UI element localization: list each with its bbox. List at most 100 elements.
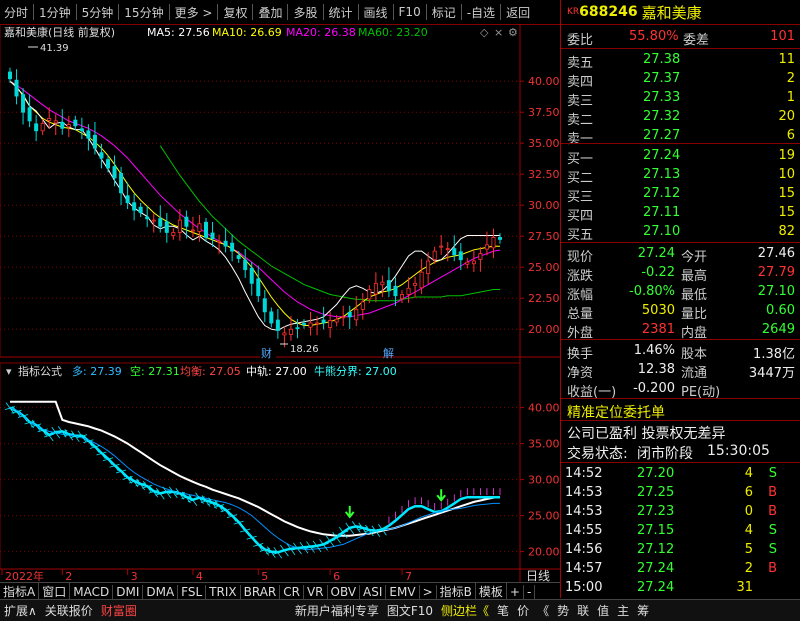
tab-fsl[interactable]: FSL — [178, 584, 207, 599]
tab-1min[interactable]: 1分钟 — [35, 4, 75, 21]
notice-line: 公司已盈利 投票权无差异 — [567, 426, 726, 442]
side-tab-lian[interactable]: 联 — [573, 602, 593, 619]
candle-body — [53, 120, 58, 124]
back-button[interactable]: 返回 — [502, 4, 534, 21]
weibi-value: 55.80% — [629, 29, 679, 44]
tab-obv[interactable]: OBV — [328, 584, 361, 599]
side-tab-chou[interactable]: 筹 — [633, 602, 653, 619]
side-tab-zhi[interactable]: 值 — [593, 602, 613, 619]
add-window-button[interactable]: + — [507, 584, 524, 599]
tick-time: 14:56 — [565, 542, 603, 557]
indicator-collapse-icon[interactable]: ▾ — [6, 365, 12, 378]
jie-marker[interactable]: 解 — [383, 346, 394, 360]
toolbar-divider — [500, 4, 502, 20]
tab-more[interactable]: 更多 > — [171, 4, 217, 21]
bid-row[interactable]: 买四 27.11 15 — [561, 203, 800, 224]
stat-value: 27.46 — [757, 246, 795, 261]
multi-stock-button[interactable]: 多股 — [289, 4, 321, 21]
candle-body — [341, 316, 346, 319]
stat-row: 现价 27.24 今开 27.46 — [561, 244, 800, 265]
y-tick-label: 32.50 — [528, 168, 560, 181]
side-tab-zhu[interactable]: 主 — [613, 602, 633, 619]
bid-row[interactable]: 买三 27.12 15 — [561, 184, 800, 205]
wealth-circle-tab[interactable]: 财富圈 — [97, 602, 141, 619]
candle-body — [230, 242, 235, 252]
related-quotes-tab[interactable]: 关联报价 — [41, 602, 97, 619]
ma20-line — [9, 80, 501, 318]
new-user-promo-link[interactable]: 新用户福利专享 — [291, 602, 383, 619]
ask-row[interactable]: 卖二 27.32 20 — [561, 107, 800, 128]
tick-volume: 0 — [744, 504, 753, 519]
tab-indicator-a[interactable]: 指标A — [0, 583, 40, 600]
legend-close-icon[interactable]: × — [494, 26, 503, 39]
stats-button[interactable]: 统计 — [325, 4, 357, 21]
ask-row[interactable]: 卖三 27.33 1 — [561, 88, 800, 109]
candle-body — [177, 219, 182, 233]
tab-cr[interactable]: CR — [280, 584, 304, 599]
side-tab-shi[interactable]: 势 — [553, 602, 573, 619]
remove-window-button[interactable]: - — [524, 584, 536, 599]
candle-body — [288, 328, 293, 335]
x-tick-label: 4 — [196, 570, 203, 582]
tick-volume: 31 — [736, 580, 753, 595]
tab-macd[interactable]: MACD — [70, 584, 114, 599]
indicator-name[interactable]: 指标公式 — [18, 364, 62, 378]
bid-row[interactable]: 买一 27.24 19 — [561, 146, 800, 167]
draw-line-button[interactable]: 画线 — [360, 4, 392, 21]
tab-vr[interactable]: VR — [304, 584, 328, 599]
tabs-more-button[interactable]: > — [420, 584, 437, 599]
y-tick-label: 27.50 — [528, 230, 560, 243]
side-tab-bi[interactable]: 笔 — [493, 602, 513, 619]
ask-row[interactable]: 卖五 27.38 11 — [561, 50, 800, 71]
tab-dmi[interactable]: DMI — [113, 584, 144, 599]
side-tab-collapse[interactable]: 《 — [533, 602, 553, 619]
legend-diamond-icon[interactable]: ◇ — [480, 26, 489, 39]
ask-row[interactable]: 卖四 27.37 2 — [561, 69, 800, 90]
tick-time: 14:55 — [565, 523, 603, 538]
tab-fenshi[interactable]: 分时 — [0, 4, 32, 21]
candle-body — [197, 223, 202, 232]
kline-chart-area[interactable]: 40.00 37.50 35.00 32.50 30.00 27.50 25.00 22.50… — [0, 24, 560, 596]
tab-trix[interactable]: TRIX — [206, 584, 241, 599]
notice-line-row: 公司已盈利 投票权无差异 — [561, 421, 800, 442]
expand-button[interactable]: 扩展∧ — [0, 602, 41, 619]
fuquan-button[interactable]: 复权 — [219, 4, 251, 21]
tab-window[interactable]: 窗口 — [39, 583, 71, 600]
mark-button[interactable]: 标记 — [428, 4, 460, 21]
candle-body — [334, 318, 339, 323]
ask-price: 27.33 — [643, 90, 681, 105]
tab-dma[interactable]: DMA — [143, 584, 179, 599]
cai-marker[interactable]: 财 — [261, 346, 272, 360]
bid-volume: 82 — [778, 224, 795, 239]
side-tab-jia[interactable]: 价 — [513, 602, 533, 619]
legend-settings-icon[interactable]: ⚙ — [508, 26, 518, 39]
f10-doc-link[interactable]: 图文F10 — [383, 602, 437, 619]
bid-row[interactable]: 买五 27.10 82 — [561, 222, 800, 243]
bid-label: 买五 — [567, 228, 594, 243]
candle-body — [86, 130, 91, 139]
tab-asi[interactable]: ASI — [360, 584, 387, 599]
tick-side: B — [768, 561, 777, 576]
notice-title-row[interactable]: 精准定位委托单 — [561, 400, 800, 421]
bid-row[interactable]: 买二 27.13 10 — [561, 165, 800, 186]
tab-15min[interactable]: 15分钟 — [120, 4, 167, 21]
divider — [561, 242, 800, 243]
candle-body — [47, 118, 52, 121]
tab-5min[interactable]: 5分钟 — [78, 4, 118, 21]
tab-brar[interactable]: BRAR — [241, 584, 281, 599]
f10-button[interactable]: F10 — [395, 5, 425, 19]
remove-watchlist-button[interactable]: -自选 — [463, 4, 499, 21]
kline-chart-svg[interactable]: 40.00 37.50 35.00 32.50 30.00 27.50 25.00 22.50… — [0, 24, 560, 582]
tab-template[interactable]: 模板 — [476, 583, 507, 600]
overlay-button[interactable]: 叠加 — [254, 4, 286, 21]
candle-body — [497, 237, 502, 240]
notice-title[interactable]: 精准定位委托单 — [567, 402, 665, 422]
tab-indicator-b[interactable]: 指标B — [437, 583, 476, 600]
indicator-panel-frame — [0, 362, 521, 570]
stat-row: 涨跌 -0.22 最高 27.79 — [561, 263, 800, 284]
candle-body — [145, 216, 150, 220]
candle-body — [393, 285, 398, 297]
tab-emv[interactable]: EMV — [386, 584, 420, 599]
time-axis: 2022年 2 3 4 5 6 7 日线 — [1, 569, 550, 582]
sidebar-toggle[interactable]: 侧边栏《 — [437, 602, 493, 619]
